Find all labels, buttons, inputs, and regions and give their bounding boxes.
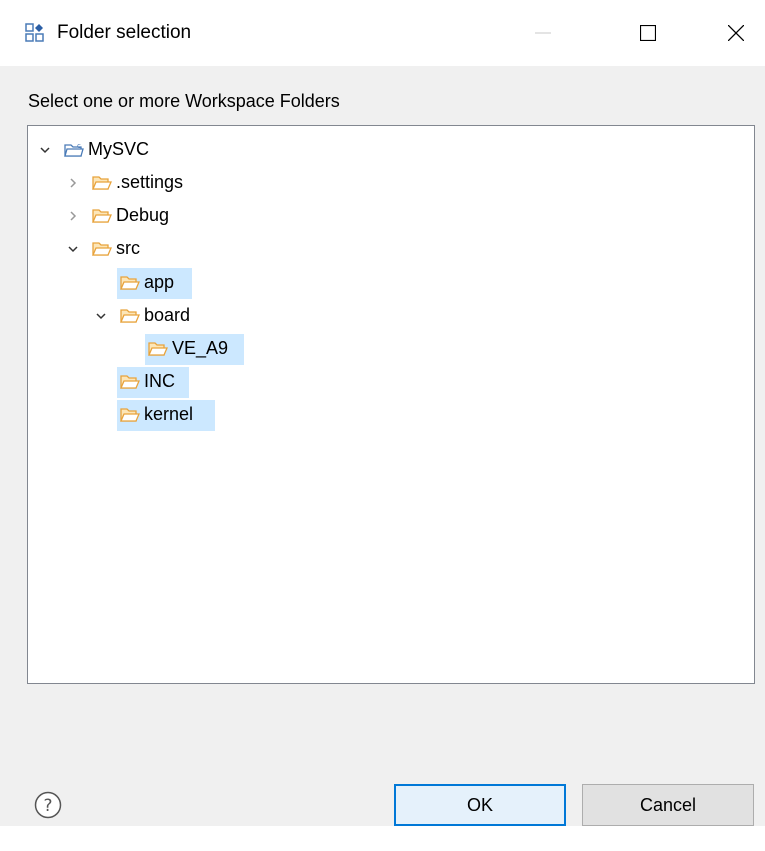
- tree-item-debug[interactable]: Debug: [28, 202, 328, 230]
- close-icon: [728, 25, 744, 41]
- chevron-down-icon[interactable]: [38, 143, 52, 157]
- maximize-icon: [640, 25, 656, 41]
- tree-item-label: Debug: [116, 205, 170, 225]
- tree-item-mysvc[interactable]: c MySVC: [28, 136, 328, 164]
- tree-item-app[interactable]: app: [28, 269, 328, 297]
- tree-item-label: VE_A9: [172, 338, 229, 358]
- folder-icon: [120, 309, 140, 323]
- ok-button[interactable]: OK: [394, 784, 566, 826]
- chevron-right-icon[interactable]: [66, 176, 80, 190]
- tree-item-label: board: [144, 305, 191, 325]
- chevron-down-icon[interactable]: [66, 242, 80, 256]
- chevron-right-icon[interactable]: [66, 209, 80, 223]
- folder-tree[interactable]: c MySVC .settings Debug src app board VE…: [27, 125, 755, 684]
- tree-item-label: .settings: [116, 172, 184, 192]
- tree-item-inc[interactable]: INC: [28, 368, 328, 396]
- svg-text:?: ?: [43, 796, 52, 816]
- folder-icon: [92, 209, 112, 223]
- workspace-icon: [25, 23, 44, 42]
- tree-item-label: INC: [144, 371, 175, 391]
- tree-item-label: app: [144, 272, 175, 292]
- chevron-down-icon[interactable]: [94, 309, 108, 323]
- minimize-button[interactable]: [513, 0, 573, 66]
- folder-icon: [92, 242, 112, 256]
- minimize-icon: [535, 32, 551, 34]
- tree-item-ve-a9[interactable]: VE_A9: [28, 335, 328, 363]
- folder-icon: [120, 276, 140, 290]
- title-bar: Folder selection: [0, 0, 765, 66]
- folder-icon: [120, 375, 140, 389]
- maximize-button[interactable]: [618, 0, 678, 66]
- cancel-button[interactable]: Cancel: [582, 784, 754, 826]
- tree-item-kernel[interactable]: kernel: [28, 401, 328, 429]
- tree-item-label: MySVC: [88, 139, 150, 159]
- folder-icon: [92, 176, 112, 190]
- prompt-label: Select one or more Workspace Folders: [28, 91, 340, 111]
- close-button[interactable]: [706, 0, 765, 66]
- folder-icon: [148, 342, 168, 356]
- tree-item-src[interactable]: src: [28, 235, 328, 263]
- folder-icon: [120, 408, 140, 422]
- tree-item-settings[interactable]: .settings: [28, 169, 328, 197]
- tree-item-board[interactable]: board: [28, 302, 328, 330]
- help-icon[interactable]: ?: [34, 791, 62, 819]
- project-folder-icon: c: [64, 142, 84, 157]
- tree-item-label: kernel: [144, 404, 194, 424]
- tree-item-label: src: [116, 238, 140, 258]
- window-title: Folder selection: [57, 22, 192, 43]
- svg-text:c: c: [77, 142, 81, 150]
